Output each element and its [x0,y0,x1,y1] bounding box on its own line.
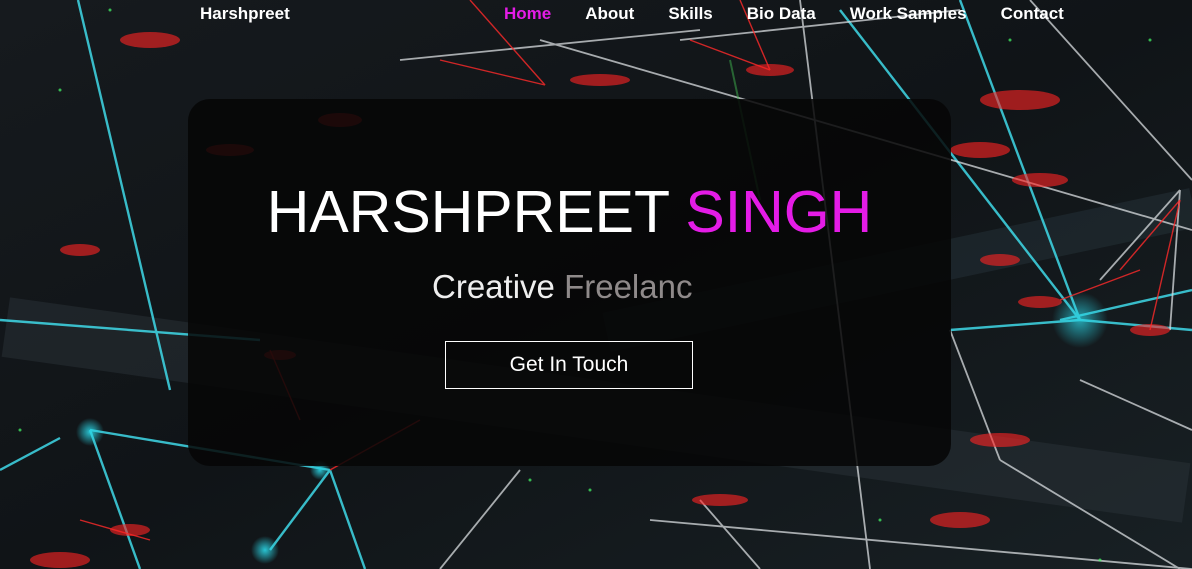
hero-subtitle-static: Creative [432,268,555,305]
nav-link-work-samples[interactable]: Work Samples [850,4,967,24]
nav-link-skills[interactable]: Skills [668,4,712,24]
hero-title: HARSHPREET SINGH [0,178,1139,246]
nav-link-contact[interactable]: Contact [1001,4,1064,24]
hero-first-name: HARSHPREET [266,179,669,245]
hero-subtitle: Creative Freelanc [432,268,692,306]
brand-logo-link[interactable]: Harshpreet [200,4,290,24]
nav-link-bio-data[interactable]: Bio Data [747,4,816,24]
nav-link-home[interactable]: Home [504,4,551,24]
top-navbar: Harshpreet Home About Skills Bio Data Wo… [0,0,1192,30]
nav-links: Home About Skills Bio Data Work Samples … [504,4,1098,24]
hero-last-name: SINGH [685,179,873,245]
nav-link-about[interactable]: About [585,4,634,24]
get-in-touch-button[interactable]: Get In Touch [445,341,693,389]
hero-subtitle-typed: Freelanc [564,268,693,305]
